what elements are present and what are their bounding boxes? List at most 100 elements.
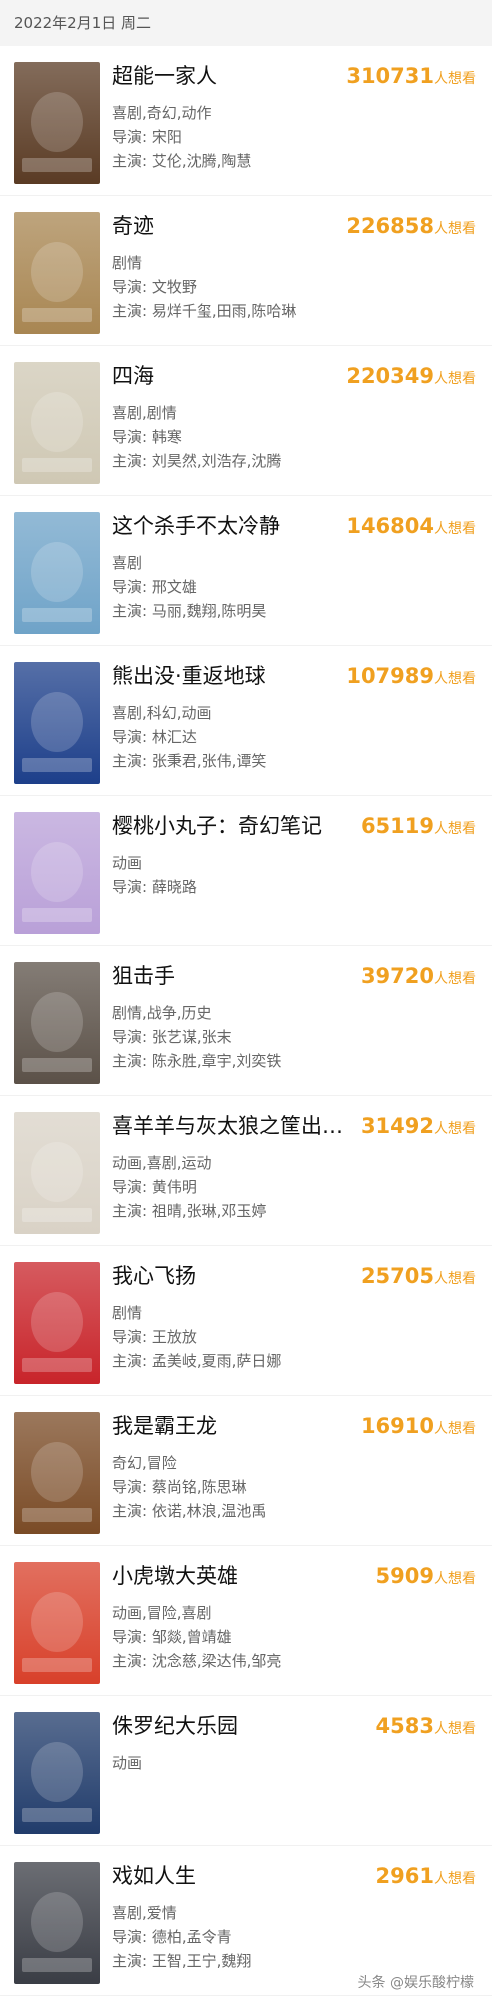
want-to-see: 107989人想看 bbox=[346, 660, 476, 695]
movie-genres: 喜剧 bbox=[112, 554, 143, 572]
movie-poster[interactable] bbox=[14, 362, 100, 484]
movie-genres: 剧情,战争,历史 bbox=[112, 1004, 212, 1022]
movie-item[interactable]: 狙击手 39720人想看剧情,战争,历史导演: 张艺谋,张末主演: 陈永胜,章宇,… bbox=[0, 946, 492, 1096]
movie-item[interactable]: 四海 220349人想看 喜剧,剧情 导演: 韩寒 主演: 刘昊然,刘浩存,沈腾 bbox=[0, 346, 492, 496]
want-to-see: 220349人想看 bbox=[346, 360, 476, 395]
want-to-see: 4583人想看 bbox=[376, 1710, 476, 1745]
want-count: 4583 bbox=[375, 1714, 434, 1738]
movie-list: 超能一家人 310731人想看 喜剧,奇幻,动作 导演: 宋阳 主演: 艾伦,沈腾,陶慧… bbox=[0, 46, 492, 1996]
movie-cast: 主演: 马丽,魏翔,陈明昊 bbox=[112, 602, 267, 620]
want-suffix: 人想看 bbox=[434, 221, 476, 237]
movie-title[interactable]: 四海 bbox=[112, 360, 348, 392]
movie-title[interactable]: 奇迹 bbox=[112, 210, 348, 242]
movie-title[interactable]: 喜羊羊与灰太狼之筐出未来 bbox=[112, 1110, 348, 1142]
movie-genres: 动画 bbox=[112, 854, 143, 872]
want-to-see: 25705人想看 bbox=[361, 1260, 476, 1295]
want-count: 5909 bbox=[375, 1564, 434, 1588]
want-to-see: 31492人想看 bbox=[361, 1110, 476, 1145]
movie-director: 导演: 德柏,孟令青 bbox=[112, 1928, 232, 1946]
movie-item[interactable]: 侏罗纪大乐园 4583人想看动画 bbox=[0, 1696, 492, 1846]
movie-title[interactable]: 樱桃小丸子：奇幻笔记 bbox=[112, 810, 348, 842]
want-to-see: 5909人想看 bbox=[376, 1560, 476, 1595]
want-to-see: 310731人想看 bbox=[346, 60, 476, 95]
movie-poster[interactable] bbox=[14, 1262, 100, 1384]
movie-cast: 主演: 沈念慈,梁达伟,邹亮 bbox=[112, 1652, 282, 1670]
movie-poster[interactable] bbox=[14, 1112, 100, 1234]
want-to-see: 2961人想看 bbox=[376, 1860, 476, 1895]
movie-genres: 喜剧,科幻,动画 bbox=[112, 704, 212, 722]
movie-director: 导演: 薛晓路 bbox=[112, 878, 197, 896]
watermark: 头条 @娱乐酸柠檬 bbox=[357, 1975, 474, 1991]
movie-director: 导演: 邢文雄 bbox=[112, 578, 197, 596]
movie-item[interactable]: 这个杀手不太冷静 146804人想看喜剧导演: 邢文雄主演: 马丽,魏翔,陈明昊 bbox=[0, 496, 492, 646]
movie-director: 导演: 黄伟明 bbox=[112, 1178, 197, 1196]
movie-director: 导演: 邹燚,曾靖雄 bbox=[112, 1628, 232, 1646]
want-to-see: 65119人想看 bbox=[361, 810, 476, 845]
want-count: 39720 bbox=[360, 964, 434, 988]
movie-title[interactable]: 侏罗纪大乐园 bbox=[112, 1710, 348, 1742]
want-suffix: 人想看 bbox=[434, 1871, 476, 1887]
movie-item[interactable]: 奇迹 226858人想看 剧情 导演: 文牧野 主演: 易烊千玺,田雨,陈哈琳 bbox=[0, 196, 492, 346]
movie-item[interactable]: 超能一家人 310731人想看喜剧,奇幻,动作 导演: 宋阳主演: 艾伦,沈腾,陶慧 bbox=[0, 46, 492, 196]
want-suffix: 人想看 bbox=[434, 1571, 476, 1587]
want-suffix: 人想看 bbox=[434, 671, 476, 687]
movie-genres: 喜剧,奇幻,动作 bbox=[112, 104, 212, 122]
movie-cast: 主演: 陈永胜,章宇,刘奕铁 bbox=[112, 1052, 282, 1070]
want-suffix: 人想看 bbox=[434, 371, 476, 387]
want-suffix: 人想看 bbox=[434, 71, 476, 87]
movie-item[interactable]: 熊出没·重返地球 107989人想看喜剧,科幻,动画 导演: 林汇达主演: 张秉君,… bbox=[0, 646, 492, 796]
want-count: 25705 bbox=[360, 1264, 434, 1288]
movie-poster[interactable] bbox=[14, 512, 100, 634]
want-suffix: 人想看 bbox=[434, 1421, 476, 1437]
movie-director: 导演: 张艺谋,张末 bbox=[112, 1028, 232, 1046]
movie-cast: 主演: 依诺,林浪,温池禹 bbox=[112, 1502, 267, 1520]
movie-item[interactable]: 小虎墩大英雄 5909人想看 动画,冒险,喜剧 导演: 邹燚,曾靖雄 主演: 沈念慈,梁… bbox=[0, 1546, 492, 1696]
movie-poster[interactable] bbox=[14, 1562, 100, 1684]
movie-cast: 主演: 艾伦,沈腾,陶慧 bbox=[112, 152, 252, 170]
want-to-see: 39720人想看 bbox=[361, 960, 476, 995]
movie-poster[interactable] bbox=[14, 212, 100, 334]
movie-director: 导演: 王放放 bbox=[112, 1328, 197, 1346]
want-count: 65119 bbox=[360, 814, 434, 838]
movie-poster[interactable] bbox=[14, 1412, 100, 1534]
want-count: 310731 bbox=[346, 64, 434, 88]
movie-genres: 动画,喜剧,运动 bbox=[112, 1154, 212, 1172]
want-suffix: 人想看 bbox=[434, 971, 476, 987]
movie-item[interactable]: 我心飞扬 25705人想看剧情导演: 王放放主演: 孟美岐,夏雨,萨日娜 bbox=[0, 1246, 492, 1396]
movie-title[interactable]: 戏如人生 bbox=[112, 1860, 348, 1892]
movie-title[interactable]: 熊出没·重返地球 bbox=[112, 660, 348, 692]
movie-title[interactable]: 超能一家人 bbox=[112, 60, 348, 92]
want-suffix: 人想看 bbox=[434, 1271, 476, 1287]
movie-title[interactable]: 这个杀手不太冷静 bbox=[112, 510, 348, 542]
movie-poster[interactable] bbox=[14, 62, 100, 184]
movie-director: 导演: 宋阳 bbox=[112, 128, 182, 146]
movie-title[interactable]: 狙击手 bbox=[112, 960, 348, 992]
movie-title[interactable]: 小虎墩大英雄 bbox=[112, 1560, 348, 1592]
want-count: 226858 bbox=[346, 214, 434, 238]
movie-poster[interactable] bbox=[14, 662, 100, 784]
want-count: 2961 bbox=[375, 1864, 434, 1888]
movie-title[interactable]: 我心飞扬 bbox=[112, 1260, 348, 1292]
want-suffix: 人想看 bbox=[434, 521, 476, 537]
movie-poster[interactable] bbox=[14, 962, 100, 1084]
want-count: 146804 bbox=[346, 514, 434, 538]
movie-item[interactable]: 喜羊羊与灰太狼之筐出未来 31492人想看 动画,喜剧,运动 导演: 黄伟明 主演: 祖… bbox=[0, 1096, 492, 1246]
movie-poster[interactable] bbox=[14, 1712, 100, 1834]
want-suffix: 人想看 bbox=[434, 1721, 476, 1737]
want-suffix: 人想看 bbox=[434, 821, 476, 837]
want-to-see: 226858人想看 bbox=[346, 210, 476, 245]
movie-genres: 动画 bbox=[112, 1754, 143, 1772]
movie-poster[interactable] bbox=[14, 1862, 100, 1984]
movie-cast: 主演: 孟美岐,夏雨,萨日娜 bbox=[112, 1352, 282, 1370]
movie-poster[interactable] bbox=[14, 812, 100, 934]
movie-cast: 主演: 张秉君,张伟,谭笑 bbox=[112, 752, 267, 770]
movie-genres: 剧情 bbox=[112, 254, 143, 272]
movie-director: 导演: 林汇达 bbox=[112, 728, 197, 746]
movie-director: 导演: 韩寒 bbox=[112, 428, 182, 446]
want-to-see: 16910人想看 bbox=[361, 1410, 476, 1445]
movie-item[interactable]: 樱桃小丸子：奇幻笔记 65119人想看动画导演: 薛晓路 bbox=[0, 796, 492, 946]
movie-genres: 剧情 bbox=[112, 1304, 143, 1322]
movie-title[interactable]: 我是霸王龙 bbox=[112, 1410, 348, 1442]
movie-item[interactable]: 我是霸王龙 16910人想看 奇幻,冒险 导演: 蔡尚铭,陈思琳 主演: 依诺,林浪,温… bbox=[0, 1396, 492, 1546]
movie-genres: 奇幻,冒险 bbox=[112, 1454, 177, 1472]
